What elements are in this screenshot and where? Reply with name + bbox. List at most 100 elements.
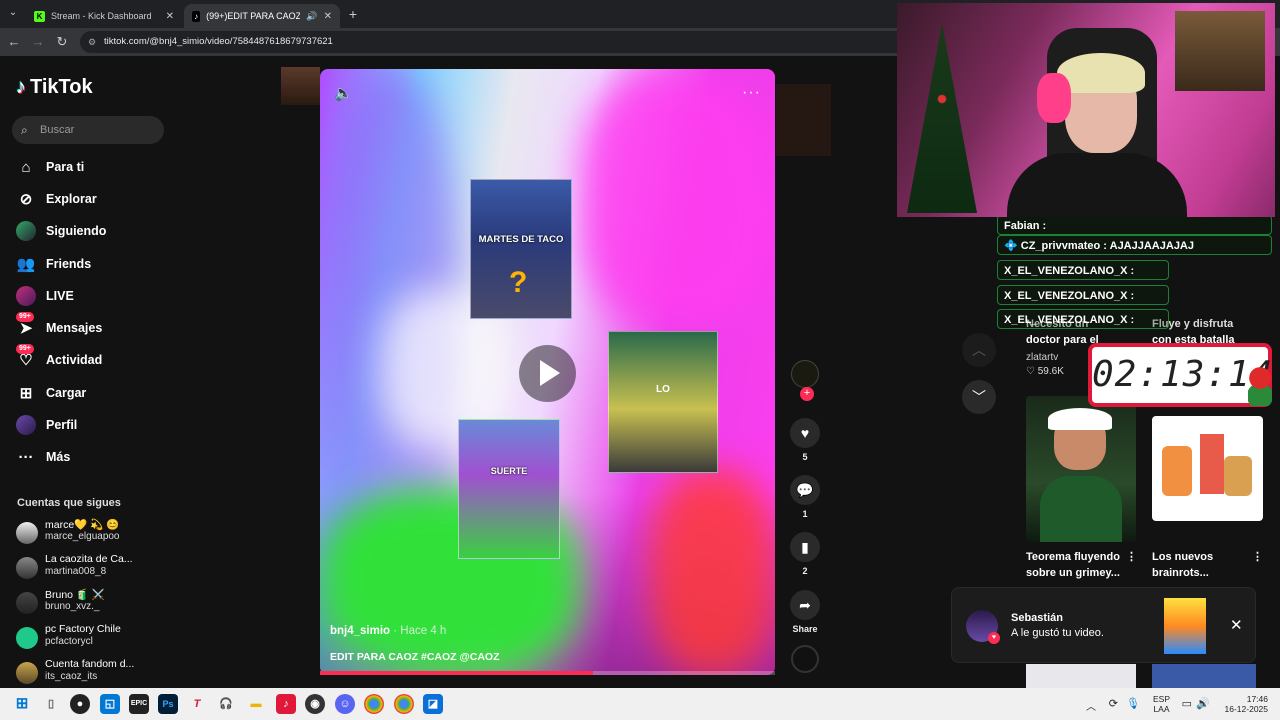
previous-video-thumbnail[interactable] [281,67,320,105]
profile-icon [16,415,36,435]
forward-icon[interactable]: → [29,33,47,51]
next-video-thumbnail[interactable] [776,84,831,156]
nav-mensajes[interactable]: ➤ 99+ Mensajes [16,312,102,339]
tab-label: (99+)EDIT PARA CAOZ #CAOZ [206,11,301,21]
chat-message: X_EL_VENEZOLANO_X : [997,285,1169,305]
tiktok-app-icon[interactable]: ♪ [276,694,296,714]
nav-cargar[interactable]: ⊞ Cargar [16,382,87,404]
file-explorer-icon[interactable]: ▬ [246,694,266,714]
messages-badge: 99+ [16,312,34,322]
headset-icon [1037,73,1071,123]
card-more-icon[interactable]: ⋮ [1252,549,1263,566]
account-name: Cuenta fandom d... [45,658,135,670]
tab-list-chevron-icon[interactable]: ⌄ [4,4,22,22]
following-account[interactable]: marce💛 💫 😊 marce_elguapoo [16,518,166,548]
following-avatar-icon [16,221,36,241]
tab-kick-dashboard[interactable]: K Stream - Kick Dashboard ✕ [26,4,182,28]
tiktok-logo[interactable]: ♪ TikTok [16,76,93,99]
search-input[interactable]: ⌕ Buscar [12,116,164,144]
site-info-icon[interactable]: ⚙ [88,31,96,53]
previous-video-button[interactable]: ︿ [962,333,996,367]
video-color-blob [580,69,775,329]
bookmark-icon[interactable]: ▮ [790,532,820,562]
heart-icon[interactable]: ♥ [790,418,820,448]
lang-code: ESP [1152,694,1170,704]
epic-games-icon[interactable]: EPIC [129,694,149,714]
reload-icon[interactable]: ↻ [53,33,71,51]
chrome-icon[interactable] [394,694,414,714]
close-icon[interactable]: ✕ [1230,616,1243,634]
chat-message: 💠 CZ_privvmateo : AJAJJAAJAJAJ [997,235,1272,255]
nav-friends[interactable]: 👥 Friends [16,253,92,275]
question-mark-icon: ? [509,266,528,299]
more-options-icon[interactable]: ··· [742,84,761,102]
back-icon[interactable]: ← [5,33,23,51]
nav-mas[interactable]: ··· Más [16,446,71,468]
nav-live[interactable]: LIVE [16,285,74,307]
app-icon[interactable]: ◪ [423,694,443,714]
author-avatar-button[interactable]: + [791,360,819,401]
app-icon[interactable]: ● [70,694,90,714]
app-icon[interactable]: ◱ [100,694,120,714]
activity-icon: ♡ 99+ [16,344,36,370]
photoshop-icon[interactable]: Ps [158,694,178,714]
home-icon: ⌂ [21,158,31,176]
nav-perfil[interactable]: Perfil [16,414,77,436]
sound-disc-icon[interactable] [791,645,819,673]
video-progress-bar[interactable] [320,671,775,675]
card-more-icon[interactable]: ⋮ [1126,549,1137,566]
account-name: marce💛 💫 😊 [45,519,120,531]
app-icon[interactable]: T [187,694,207,714]
account-name: Bruno 🧃 ⚔️ [45,589,106,601]
save-action[interactable]: ▮ 2 [789,532,821,576]
microphone-icon[interactable]: 🎙 [1126,697,1140,710]
following-account[interactable]: pc Factory Chile pcfactorycl [16,623,166,653]
share-action[interactable]: ➦ Share [789,590,821,634]
chrome-icon[interactable] [364,694,384,714]
post-time: · Hace 4 h [390,625,447,637]
discord-icon[interactable]: ☺ [335,694,355,714]
system-clock[interactable]: 17:46 16-12-2025 [1224,694,1268,714]
video-author[interactable]: bnj4_simio · Hace 4 h [330,625,446,637]
share-icon[interactable]: ➦ [790,590,820,620]
nav-label: Explorar [46,192,97,206]
tab-tiktok-video[interactable]: ♪ (99+)EDIT PARA CAOZ #CAOZ 🔊 ✕ [184,4,340,28]
obs-icon[interactable]: ◉ [305,694,325,714]
close-tab-icon[interactable]: ✕ [324,11,332,22]
following-account[interactable]: La caozita de Ca... martina008_8 [16,553,166,583]
following-account[interactable]: Cuenta fandom d... its_caoz_its [16,658,166,688]
nav-siguiendo[interactable]: Siguiendo [16,220,106,242]
following-account[interactable]: Bruno 🧃 ⚔️ bruno_xvz._ [16,588,166,618]
close-tab-icon[interactable]: ✕ [166,11,174,22]
share-label: Share [792,624,818,634]
nav-para-ti[interactable]: ⌂ Para ti [16,156,84,178]
logo-text: TikTok [30,76,93,98]
avatar [16,592,38,614]
volume-icon[interactable]: 🔈 [334,84,353,102]
nav-actividad[interactable]: ♡ 99+ Actividad [16,344,102,371]
notification-toast[interactable]: ♥ Sebastián A le gustó tu video. ✕ [951,587,1256,663]
sync-icon[interactable]: ⟳ [1109,697,1118,710]
comment-icon[interactable]: 💬 [790,475,820,505]
language-indicator[interactable]: ESP LAA [1153,694,1170,714]
nav-explorar[interactable]: ⊘ Explorar [16,188,97,210]
play-button[interactable] [519,345,576,402]
network-icon[interactable]: ▭ [1182,697,1192,710]
nav-label: Para ti [46,160,85,174]
windows-start-icon[interactable]: ⊞ [12,694,32,714]
headphones-icon[interactable]: 🎧 [216,694,236,714]
live-icon [16,286,36,306]
more-icon: ··· [18,448,34,466]
views-text: 59.6K [1037,366,1064,377]
chevron-up-icon[interactable]: ︿ [1086,698,1096,713]
follow-plus-icon[interactable]: + [800,387,814,401]
notification-video-thumbnail[interactable] [1164,598,1206,654]
next-video-button[interactable]: ﹀ [962,380,996,414]
mouse-icon[interactable]: ▯ [41,694,61,714]
comment-action[interactable]: 💬 1 [789,475,821,519]
audio-playing-icon[interactable]: 🔊 [306,11,317,22]
url-field[interactable]: ⚙ tiktok.com/@bnj4_simio/video/758448761… [80,31,920,53]
new-tab-icon[interactable]: + [344,5,362,23]
like-action[interactable]: ♥ 5 [789,418,821,462]
volume-tray-icon[interactable]: 🔊 [1196,697,1210,710]
